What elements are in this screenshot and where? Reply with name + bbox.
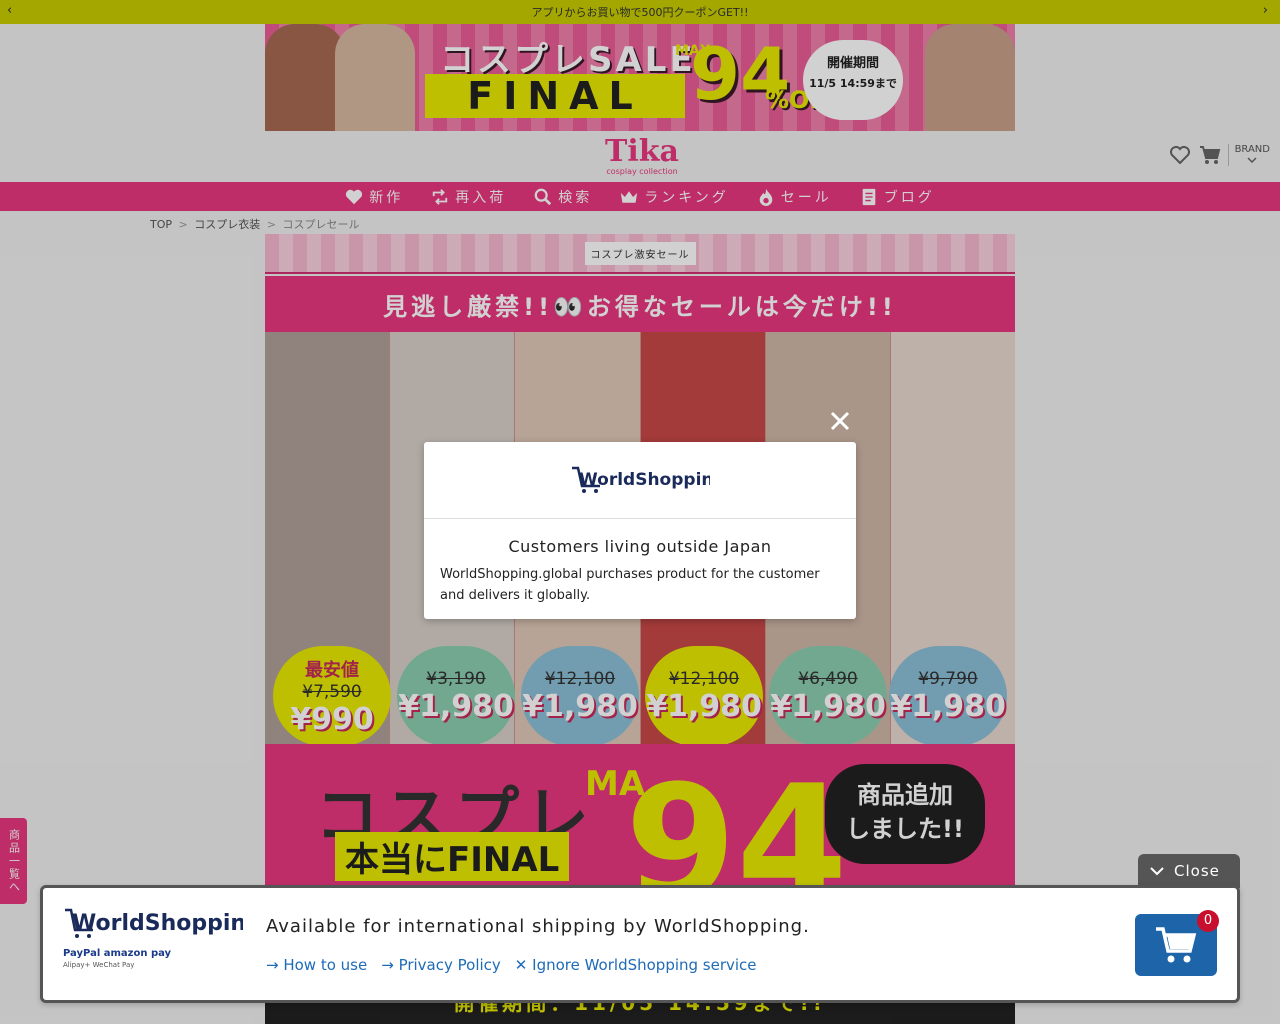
modal-close-icon[interactable] <box>828 409 852 433</box>
cart-count-badge: 0 <box>1197 910 1219 932</box>
worldshopping-modal: WorldShopping Customers living outside J… <box>424 442 856 619</box>
ws-bar-close-tab[interactable]: Close <box>1138 854 1240 888</box>
worldshopping-logo-icon: WorldShopping <box>572 466 710 493</box>
modal-heading: Customers living outside Japan <box>508 537 772 556</box>
modal-description: WorldShopping.global purchases product f… <box>440 567 820 603</box>
ignore-ws-label: Ignore WorldShopping service <box>532 956 757 974</box>
logo-text: WorldShopping <box>579 470 710 490</box>
ws-bar-brand: WorldShopping PayPal amazon pay Alipay+ … <box>63 906 262 969</box>
ws-bar-message: Available for international shipping by … <box>266 916 810 937</box>
privacy-policy-link[interactable]: → Privacy Policy <box>381 956 501 974</box>
worldshopping-logo-icon: WorldShopping <box>65 908 262 938</box>
payment-methods-2: Alipay+ WeChat Pay <box>63 961 135 969</box>
worldshopping-bar: WorldShopping PayPal amazon pay Alipay+ … <box>40 885 1240 1003</box>
how-to-use-label: How to use <box>283 956 368 974</box>
privacy-policy-label: Privacy Policy <box>398 956 501 974</box>
cart-icon <box>1156 927 1197 963</box>
how-to-use-link[interactable]: → How to use <box>266 956 367 974</box>
ws-bar-links: → How to use → Privacy Policy ✕ Ignore W… <box>266 956 757 974</box>
payment-methods: PayPal amazon pay <box>63 948 172 959</box>
ignore-ws-link[interactable]: ✕ Ignore WorldShopping service <box>515 956 757 974</box>
modal-logo-row: WorldShopping <box>424 442 856 519</box>
chevron-down-icon <box>1150 867 1164 876</box>
logo-text: WorldShopping <box>72 911 243 936</box>
close-label: Close <box>1174 862 1220 880</box>
